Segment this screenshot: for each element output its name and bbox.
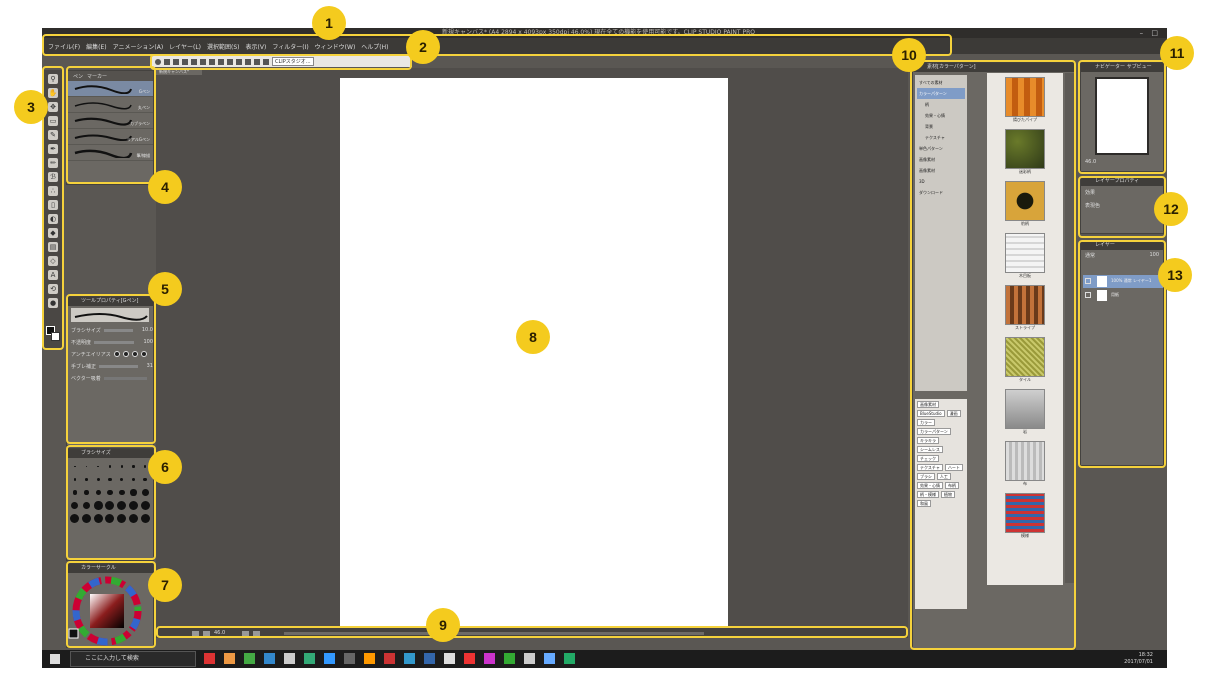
- taskbar-app-icon[interactable]: [564, 653, 575, 664]
- callout-badge: 3: [14, 90, 48, 124]
- taskbar-search[interactable]: ここに入力して検索: [70, 651, 196, 667]
- callout-badge: 7: [148, 568, 182, 602]
- callout-badge: 10: [892, 38, 926, 72]
- windows-taskbar: ここに入力して検索 18:32 2017/07/01: [42, 650, 1167, 668]
- callout-box-12: [1078, 176, 1166, 238]
- taskbar-app-icon[interactable]: [364, 653, 375, 664]
- taskbar-app-icon[interactable]: [324, 653, 335, 664]
- taskbar-clock[interactable]: 18:32 2017/07/01: [1124, 652, 1153, 666]
- callout-badge: 11: [1160, 36, 1194, 70]
- callout-badge: 2: [406, 30, 440, 64]
- taskbar-app-icon[interactable]: [204, 653, 215, 664]
- callout-badge: 13: [1158, 258, 1192, 292]
- taskbar-app-icon[interactable]: [384, 653, 395, 664]
- callout-badge: 12: [1154, 192, 1188, 226]
- clock-date: 2017/07/01: [1124, 659, 1153, 665]
- taskbar-app-icon[interactable]: [424, 653, 435, 664]
- taskbar-apps: [204, 653, 575, 664]
- callout-box-4: [66, 66, 156, 184]
- callout-box-9: [156, 626, 908, 638]
- callout-box-10: [910, 60, 1076, 650]
- taskbar-app-icon[interactable]: [504, 653, 515, 664]
- taskbar-app-icon[interactable]: [284, 653, 295, 664]
- callout-badge: 6: [148, 450, 182, 484]
- callout-badge: 9: [426, 608, 460, 642]
- callout-badge: 5: [148, 272, 182, 306]
- callout-box-7: [66, 561, 156, 648]
- taskbar-app-icon[interactable]: [444, 653, 455, 664]
- callout-badge: 1: [312, 6, 346, 40]
- callout-badge: 4: [148, 170, 182, 204]
- taskbar-app-icon[interactable]: [244, 653, 255, 664]
- taskbar-app-icon[interactable]: [544, 653, 555, 664]
- taskbar-app-icon[interactable]: [264, 653, 275, 664]
- clock-time: 18:32: [1138, 652, 1153, 658]
- taskbar-app-icon[interactable]: [524, 653, 535, 664]
- taskbar-app-icon[interactable]: [224, 653, 235, 664]
- callout-box-11: [1078, 60, 1166, 174]
- callout-box-6: [66, 445, 156, 560]
- callout-box-1: [42, 34, 952, 56]
- window-controls[interactable]: – □: [1140, 28, 1161, 38]
- taskbar-app-icon[interactable]: [484, 653, 495, 664]
- taskbar-app-icon[interactable]: [344, 653, 355, 664]
- callout-box-13: [1078, 240, 1166, 468]
- taskbar-app-icon[interactable]: [404, 653, 415, 664]
- callout-box-5: [66, 294, 156, 444]
- windows-start-icon[interactable]: [50, 654, 60, 664]
- taskbar-app-icon[interactable]: [304, 653, 315, 664]
- taskbar-app-icon[interactable]: [464, 653, 475, 664]
- callout-box-2: [150, 54, 412, 70]
- callout-badge: 8: [516, 320, 550, 354]
